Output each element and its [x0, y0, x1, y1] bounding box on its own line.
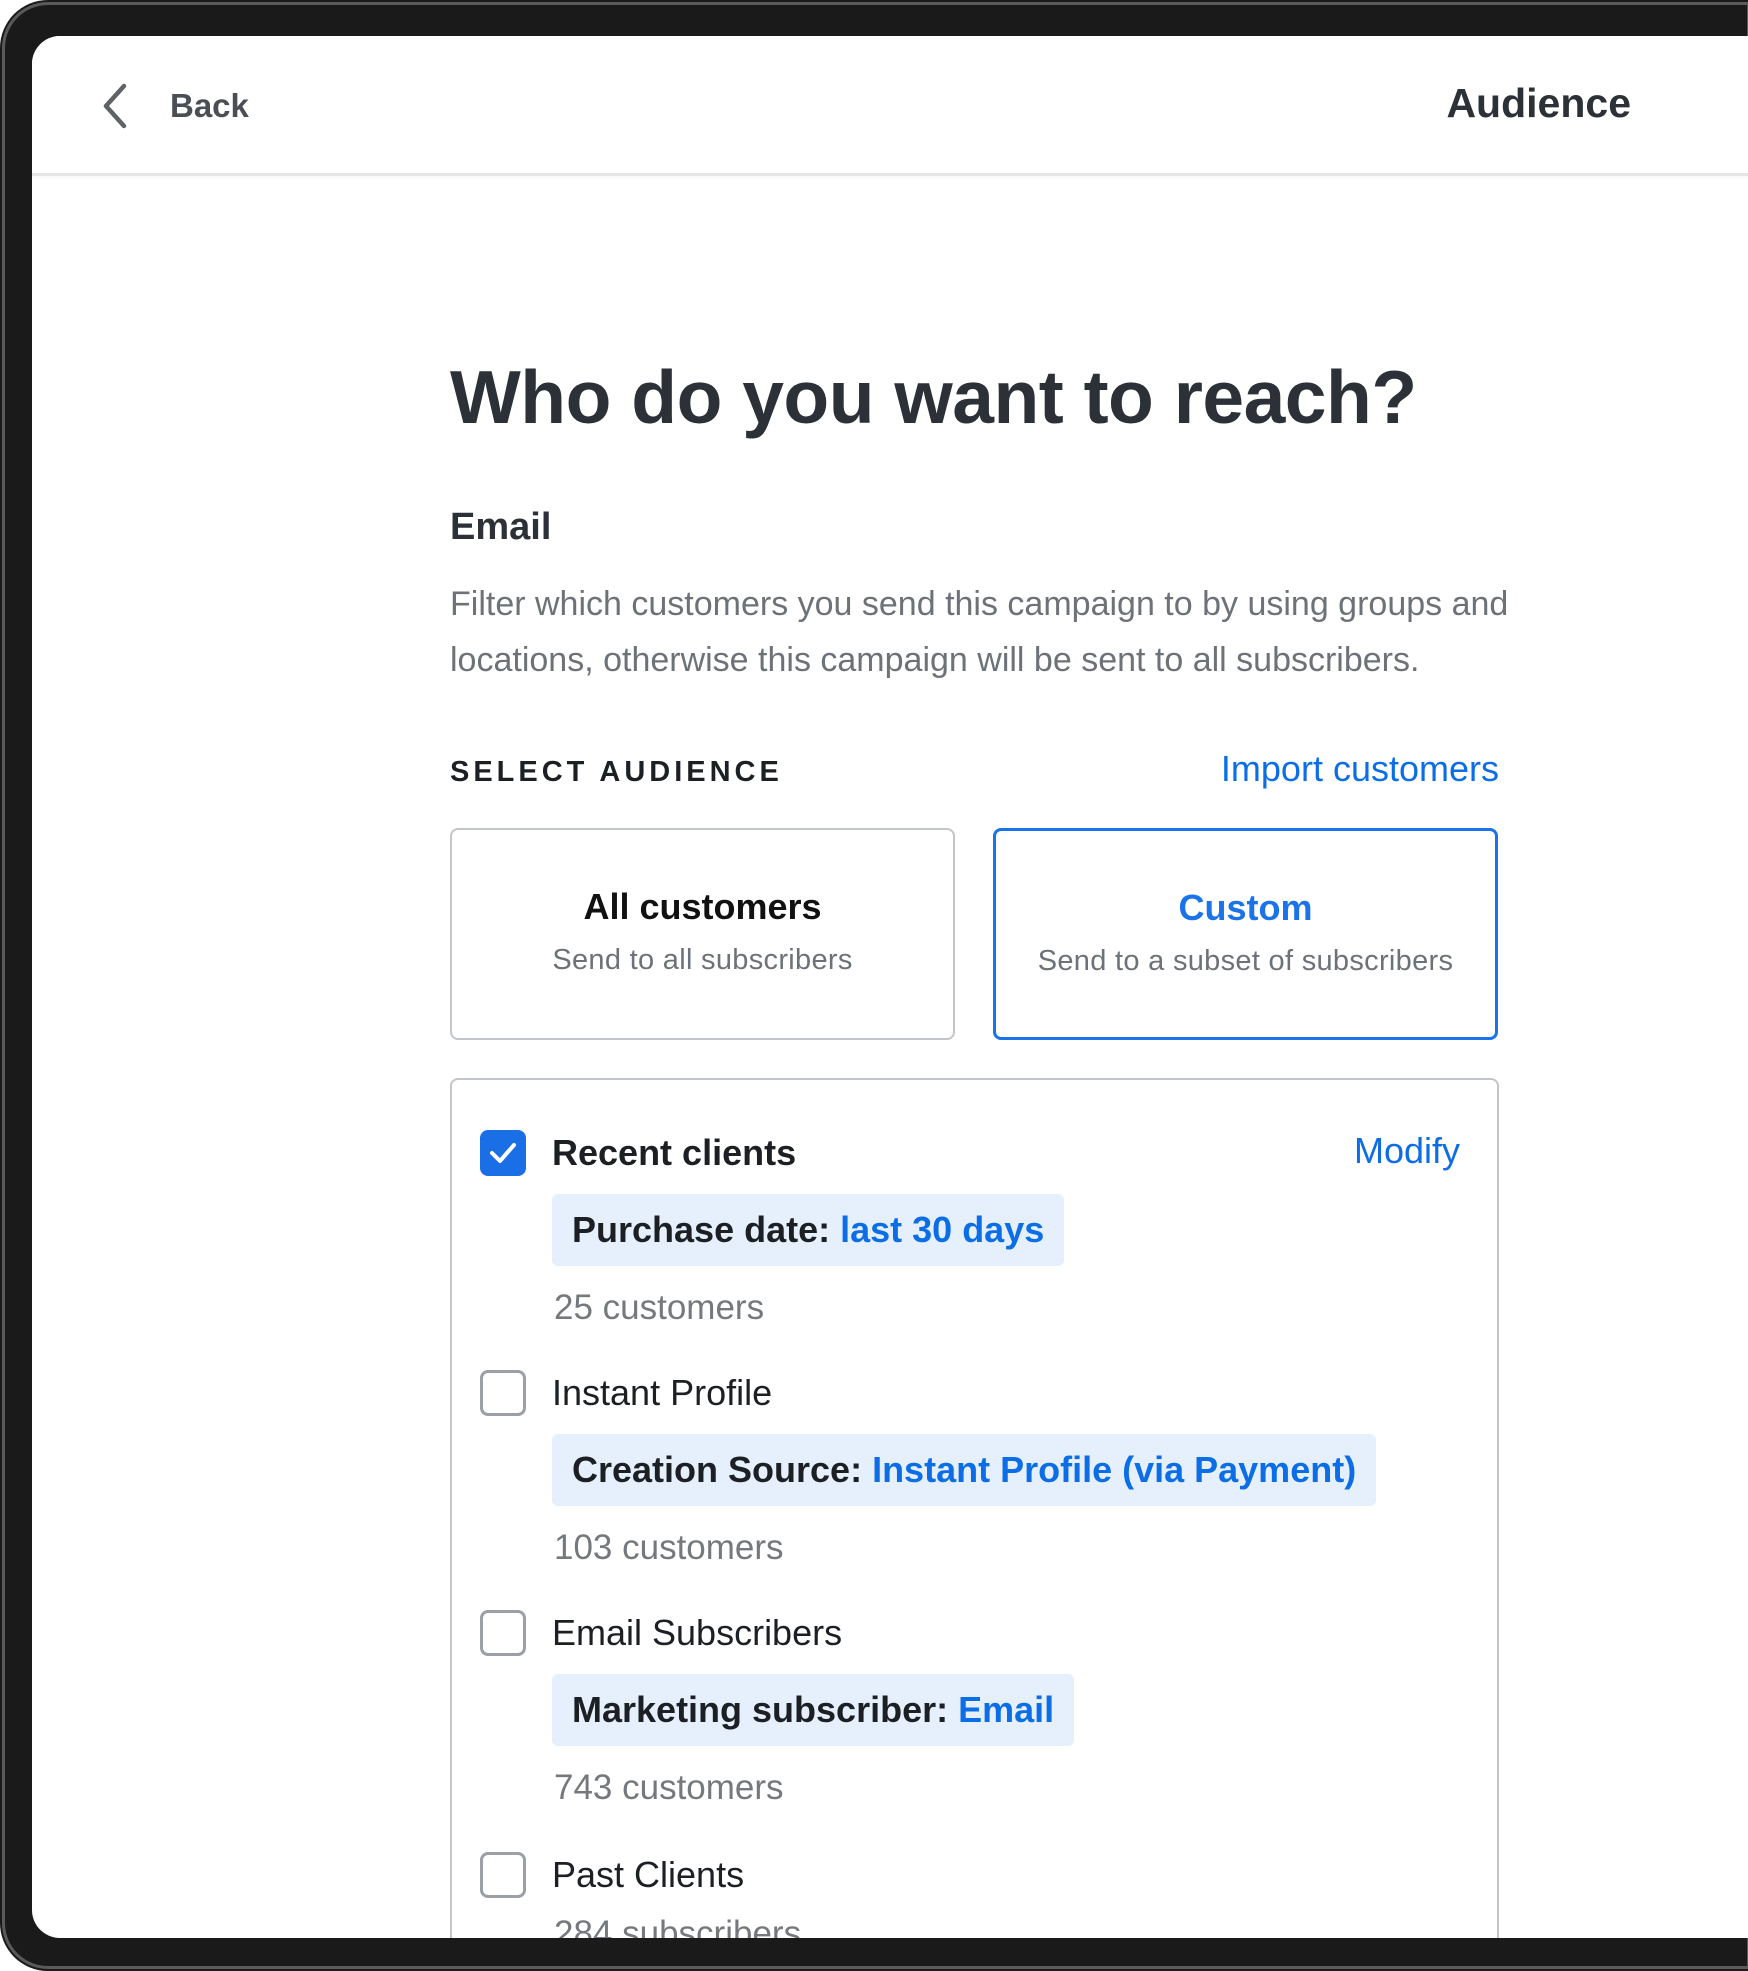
group-checkbox[interactable]: [480, 1130, 526, 1176]
description-text: Filter which customers you send this cam…: [450, 585, 1509, 679]
filter-value: Instant Profile (via Payment): [872, 1449, 1357, 1490]
filter-key: Purchase date:: [572, 1209, 831, 1250]
groups-panel: Recent clients Modify Purchase date: las…: [450, 1078, 1499, 1938]
device-frame: Back Audience Who do you want to reach? …: [0, 0, 1748, 1971]
group-count: 284 subscribers: [554, 1914, 802, 1938]
group-name: Past Clients: [552, 1854, 745, 1895]
option-title: All customers: [583, 886, 822, 927]
filter-chip: Purchase date: last 30 days: [552, 1194, 1065, 1266]
modify-link[interactable]: Modify: [1160, 1130, 1460, 1172]
group-checkbox[interactable]: [480, 1370, 526, 1416]
group-count: 25 customers: [554, 1288, 765, 1327]
filter-chip: Marketing subscriber: Email: [552, 1674, 1075, 1746]
option-subtitle: Send to a subset of subscribers: [1037, 945, 1454, 977]
filter-key: Marketing subscriber:: [572, 1689, 949, 1730]
option-title: Custom: [1178, 887, 1313, 928]
group-checkbox[interactable]: [480, 1610, 526, 1656]
top-bar: Back Audience: [32, 36, 1748, 176]
import-customers-link[interactable]: Import customers: [450, 748, 1499, 790]
group-name: Instant Profile: [552, 1372, 773, 1413]
main-heading: Who do you want to reach?: [450, 355, 1417, 439]
section-title: Email: [450, 506, 552, 548]
app-screen: Back Audience Who do you want to reach? …: [32, 36, 1748, 1938]
custom-option[interactable]: Custom Send to a subset of subscribers: [993, 828, 1498, 1040]
option-subtitle: Send to all subscribers: [552, 944, 853, 976]
filter-value: Email: [958, 1689, 1055, 1730]
group-checkbox[interactable]: [480, 1852, 526, 1898]
all-customers-option[interactable]: All customers Send to all subscribers: [450, 828, 955, 1040]
group-name: Recent clients: [552, 1132, 797, 1173]
group-count: 103 customers: [554, 1528, 784, 1567]
group-count: 743 customers: [554, 1768, 784, 1807]
page-title: Audience: [1446, 80, 1631, 126]
filter-chip: Creation Source: Instant Profile (via Pa…: [552, 1434, 1377, 1506]
checkmark-icon: [490, 1143, 516, 1163]
filter-value: last 30 days: [840, 1209, 1045, 1250]
filter-key: Creation Source:: [572, 1449, 863, 1490]
group-name: Email Subscribers: [552, 1612, 843, 1653]
